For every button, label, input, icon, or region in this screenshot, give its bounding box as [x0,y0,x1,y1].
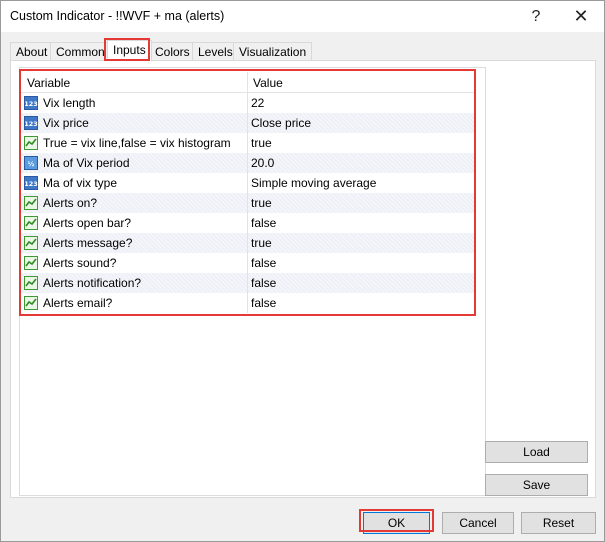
variable-cell[interactable]: Alerts email? [21,293,247,313]
grid-header: Variable Value [21,72,474,93]
value-text: true [251,236,272,250]
value-cell[interactable]: false [248,273,474,293]
variable-cell[interactable]: 123 Ma of vix type [21,173,247,193]
svg-text:123: 123 [24,180,38,188]
window-title: Custom Indicator - !!WVF + ma (alerts) [10,9,225,23]
value-text: false [251,216,277,230]
reset-button[interactable]: Reset [521,512,596,534]
variable-cell[interactable]: Alerts sound? [21,253,247,273]
save-button[interactable]: Save [485,474,588,496]
column-divider[interactable] [247,72,248,93]
value-cell[interactable]: true [248,233,474,253]
cancel-button[interactable]: Cancel [442,512,514,534]
variable-cell[interactable]: ½ Ma of Vix period [21,153,247,173]
variable-cell[interactable]: True = vix line,false = vix histogram [21,133,247,153]
value-text: false [251,276,277,290]
load-button[interactable]: Load [485,441,588,463]
variable-name: True = vix line,false = vix histogram [43,136,231,150]
grid-rows: 123 Vix length 22 123 Vix price Close price Tr… [21,93,474,313]
value-text: 20.0 [251,156,275,170]
title-bar: Custom Indicator - !!WVF + ma (alerts) ?… [1,1,604,32]
grid-row[interactable]: Alerts email? false [21,293,474,313]
grid-row[interactable]: Alerts on? true [21,193,474,213]
value-text: 22 [251,96,265,110]
variable-cell[interactable]: 123 Vix price [21,113,247,133]
value-column-header[interactable]: Value [253,76,283,90]
variable-cell[interactable]: Alerts message? [21,233,247,253]
variable-cell[interactable]: Alerts on? [21,193,247,213]
grid-row[interactable]: Alerts message? true [21,233,474,253]
variable-name: Vix price [43,116,89,130]
value-text: Close price [251,116,312,130]
variable-name: Vix length [43,96,96,110]
grid-row[interactable]: Alerts open bar? false [21,213,474,233]
tab-common[interactable]: Common [50,42,111,61]
value-cell[interactable]: false [248,293,474,313]
help-button[interactable]: ? [513,1,559,32]
variable-name: Ma of vix type [43,176,118,190]
value-text: false [251,256,277,270]
value-cell[interactable]: Simple moving average [248,173,474,193]
value-cell[interactable]: true [248,133,474,153]
inputs-grid: Variable Value 123 Vix length 22 123 Vix pri… [21,72,474,313]
value-text: true [251,196,272,210]
value-cell[interactable]: 22 [248,93,474,113]
variable-name: Alerts on? [43,196,98,210]
grid-row[interactable]: True = vix line,false = vix histogram tru… [21,133,474,153]
value-text: false [251,296,277,310]
variable-column-header[interactable]: Variable [27,76,70,90]
variable-cell[interactable]: Alerts notification? [21,273,247,293]
tab-colors[interactable]: Colors [149,42,196,61]
grid-row[interactable]: Alerts sound? false [21,253,474,273]
grid-row[interactable]: Alerts notification? false [21,273,474,293]
value-cell[interactable]: 20.0 [248,153,474,173]
variable-name: Alerts email? [43,296,113,310]
dialog-window: Custom Indicator - !!WVF + ma (alerts) ?… [0,0,605,542]
variable-cell[interactable]: 123 Vix length [21,93,247,113]
variable-cell[interactable]: Alerts open bar? [21,213,247,233]
variable-name: Alerts open bar? [43,216,132,230]
tab-levels[interactable]: Levels [192,42,239,61]
value-text: Simple moving average [251,176,377,190]
svg-text:½: ½ [28,160,35,168]
tab-inputs[interactable]: Inputs [107,40,152,61]
tab-visualization[interactable]: Visualization [233,42,313,61]
ok-button[interactable]: OK [363,512,430,534]
grid-row[interactable]: 123 Vix length 22 [21,93,474,113]
tab-about[interactable]: About [10,42,54,61]
value-cell[interactable]: Close price [248,113,474,133]
variable-name: Alerts sound? [43,256,117,270]
svg-text:123: 123 [24,120,38,128]
value-cell[interactable]: false [248,253,474,273]
grid-row[interactable]: 123 Vix price Close price [21,113,474,133]
value-cell[interactable]: false [248,213,474,233]
close-button[interactable]: ✕ [558,1,604,32]
value-cell[interactable]: true [248,193,474,213]
svg-text:123: 123 [24,100,38,108]
value-text: true [251,136,272,150]
variable-name: Alerts message? [43,236,133,250]
grid-row[interactable]: ½ Ma of Vix period 20.0 [21,153,474,173]
variable-name: Ma of Vix period [43,156,130,170]
variable-name: Alerts notification? [43,276,142,290]
grid-row[interactable]: 123 Ma of vix type Simple moving average [21,173,474,193]
